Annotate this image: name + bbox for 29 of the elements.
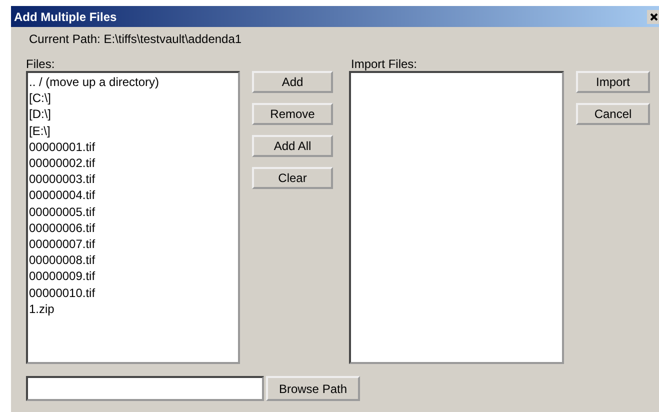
files-list[interactable]: .. / (move up a directory) [C:\] [D:\] [E:\] 00000001.tif 00000002.tif 00000003.tif 00000004.tif 00000005.tif 00000006.tif 00000007.tif 00000008.tif 00000009.tif 00000010.tif 1.zip: [26, 71, 240, 364]
action-button[interactable]: Add: [252, 71, 333, 93]
file-item[interactable]: 00000007.tif: [29, 236, 237, 252]
file-item[interactable]: [C:\]: [29, 90, 237, 106]
file-item[interactable]: 1.zip: [29, 300, 237, 318]
import-files-label: Import Files:: [350, 57, 418, 71]
file-item[interactable]: 00000004.tif: [29, 187, 237, 204]
dialog-button[interactable]: Import: [576, 71, 650, 93]
dialog-button[interactable]: Cancel: [576, 103, 650, 125]
file-item[interactable]: [E:\]: [29, 122, 237, 139]
file-item[interactable]: 00000008.tif: [29, 252, 237, 268]
action-button[interactable]: Clear: [252, 167, 333, 189]
file-item[interactable]: .. / (move up a directory): [29, 74, 237, 90]
file-item[interactable]: 00000010.tif: [29, 284, 237, 301]
browse-path-button[interactable]: Browse Path: [266, 376, 360, 401]
action-button[interactable]: Remove: [252, 103, 333, 125]
path-input-field[interactable]: [26, 376, 264, 401]
file-item[interactable]: [D:\]: [29, 106, 237, 123]
window-title: Add Multiple Files: [14, 10, 117, 24]
file-item[interactable]: 00000002.tif: [29, 155, 237, 172]
files-label: Files:: [26, 57, 56, 71]
file-item[interactable]: 00000009.tif: [29, 268, 237, 285]
action-button[interactable]: Add All: [252, 135, 333, 157]
file-item[interactable]: 00000006.tif: [29, 220, 237, 236]
file-item[interactable]: 00000001.tif: [29, 138, 237, 156]
current-path: Current Path: E:\tiffs\testvault\addenda1: [29, 32, 242, 46]
import-files-list[interactable]: [349, 71, 564, 364]
file-item[interactable]: 00000005.tif: [29, 204, 237, 220]
file-item[interactable]: 00000003.tif: [29, 171, 237, 188]
